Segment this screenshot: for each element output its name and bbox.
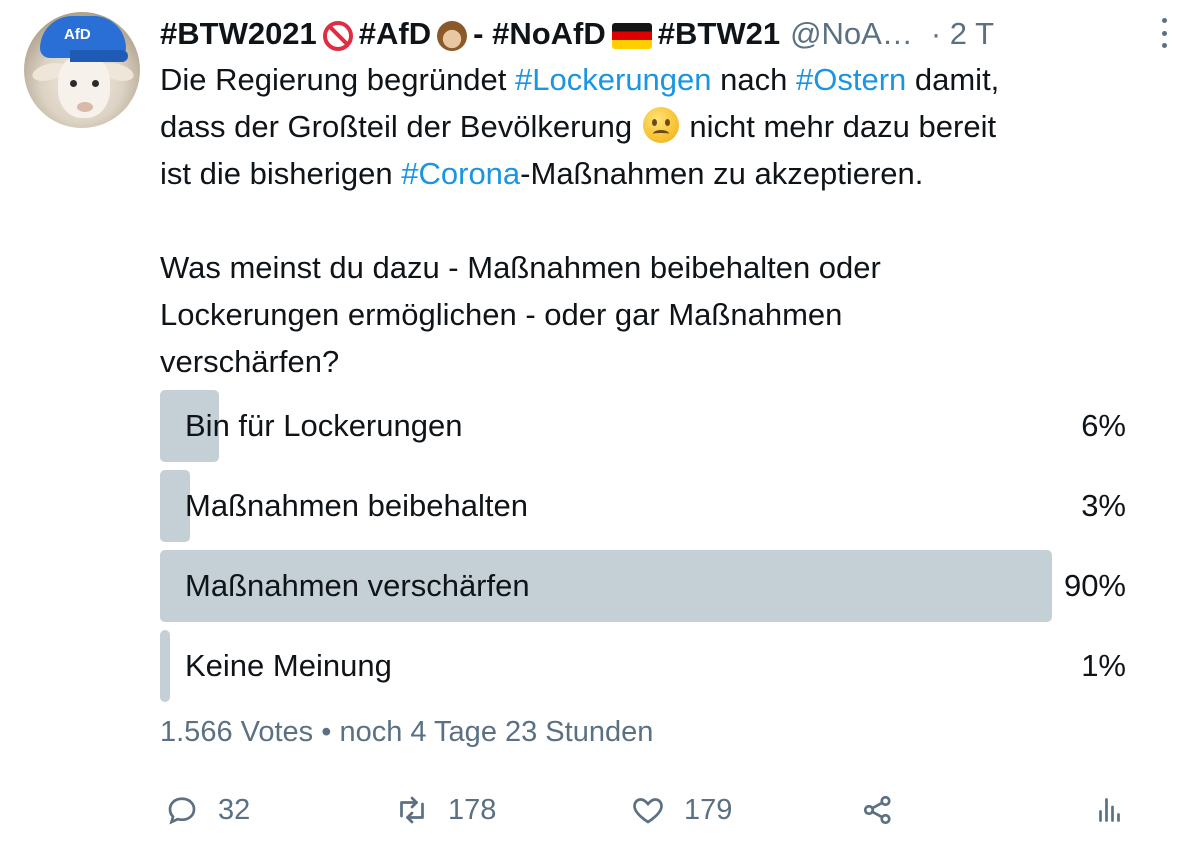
poll-option-label: Maßnahmen beibehalten: [185, 488, 528, 523]
more-vertical-icon[interactable]: [1152, 18, 1176, 48]
reply-button[interactable]: 32: [164, 785, 250, 835]
poll-option-label: Maßnahmen verschärfen: [185, 568, 530, 603]
display-name-part: #AfD: [358, 16, 432, 51]
text-span: nicht mehr dazu bereit: [680, 109, 997, 144]
tweet-timestamp[interactable]: · 2 T: [931, 16, 994, 52]
text-span: ist die bisherigen: [160, 156, 402, 191]
poll-meta: 1.566 Votes • noch 4 Tage 23 Stunden: [160, 716, 654, 748]
poll-option-percent: 3%: [1081, 488, 1126, 523]
tweet-line: Lockerungen ermöglichen - oder gar Maßna…: [160, 297, 843, 332]
poll-option: Maßnahmen verschärfen 90%: [160, 550, 1126, 622]
tweet-line: Was meinst du dazu - Maßnahmen beibehalt…: [160, 250, 881, 285]
poll-option-percent: 1%: [1081, 648, 1126, 683]
poll-bar: [160, 630, 170, 702]
tweet-actions: 32 178 179: [160, 785, 1126, 835]
avatar[interactable]: AfD: [24, 12, 140, 128]
like-button[interactable]: 179: [630, 785, 732, 835]
no-entry-icon: [322, 16, 353, 52]
analytics-button[interactable]: [1090, 785, 1144, 835]
user-handle[interactable]: @NoA…: [790, 16, 913, 52]
poll: Bin für Lockerungen 6% Maßnahmen beibeha…: [160, 390, 1126, 710]
share-icon: [863, 795, 891, 825]
thinking-face-icon: [642, 107, 679, 143]
display-name-part: #BTW21: [657, 16, 781, 51]
tweet-header: #BTW2021 #AfD - #NoAfD #BTW21 @NoA… · 2 …: [160, 14, 1176, 54]
tweet-line: Die Regierung begründet #Lockerungen nac…: [160, 56, 1160, 103]
retweet-button[interactable]: 178: [394, 785, 496, 835]
share-button[interactable]: [860, 785, 914, 835]
poll-option: Keine Meinung 1%: [160, 630, 1126, 702]
poll-option: Maßnahmen beibehalten 3%: [160, 470, 1126, 542]
hashtag-link[interactable]: #Ostern: [796, 62, 906, 97]
tweet-line: ist die bisherigen #Corona-Maßnahmen zu …: [160, 150, 1160, 197]
tweet-line: dass der Großteil der Bevölkerung nicht …: [160, 103, 1160, 150]
reply-count: 32: [218, 793, 251, 826]
hashtag-link[interactable]: #Corona: [401, 156, 520, 191]
avatar-cap-brim: [70, 50, 128, 62]
text-span: nach: [711, 62, 796, 97]
text-span: Die Regierung begründet: [160, 62, 516, 97]
tweet-line: verschärfen?: [160, 344, 340, 379]
heart-icon: [633, 798, 663, 824]
display-name-part: #BTW2021: [160, 16, 317, 51]
avatar-eye: [70, 80, 77, 87]
poll-option: Bin für Lockerungen 6%: [160, 390, 1126, 462]
display-name-part: - #NoAfD: [473, 16, 606, 51]
avatar-eye: [92, 80, 99, 87]
reply-icon: [168, 797, 196, 825]
poll-option-label: Bin für Lockerungen: [185, 408, 463, 443]
display-name[interactable]: #BTW2021 #AfD - #NoAfD #BTW21: [160, 16, 780, 52]
tweet-text: Die Regierung begründet #Lockerungen nac…: [160, 56, 1160, 385]
text-span: dass der Großteil der Bevölkerung: [160, 109, 641, 144]
german-flag-icon: [611, 16, 652, 52]
analytics-icon: [1099, 798, 1120, 822]
poll-option-percent: 6%: [1081, 408, 1126, 443]
text-span: -Maßnahmen zu akzeptieren.: [520, 156, 924, 191]
text-span: damit,: [906, 62, 1000, 97]
avatar-cap-text: AfD: [64, 26, 91, 43]
poll-option-label: Keine Meinung: [185, 648, 392, 683]
poll-option-percent: 90%: [1063, 568, 1126, 603]
monkey-icon: [437, 16, 468, 52]
retweet-icon: [400, 796, 424, 824]
like-count: 179: [684, 793, 733, 826]
avatar-nose: [77, 102, 93, 112]
hashtag-link[interactable]: #Lockerungen: [515, 62, 712, 97]
retweet-count: 178: [448, 793, 497, 826]
